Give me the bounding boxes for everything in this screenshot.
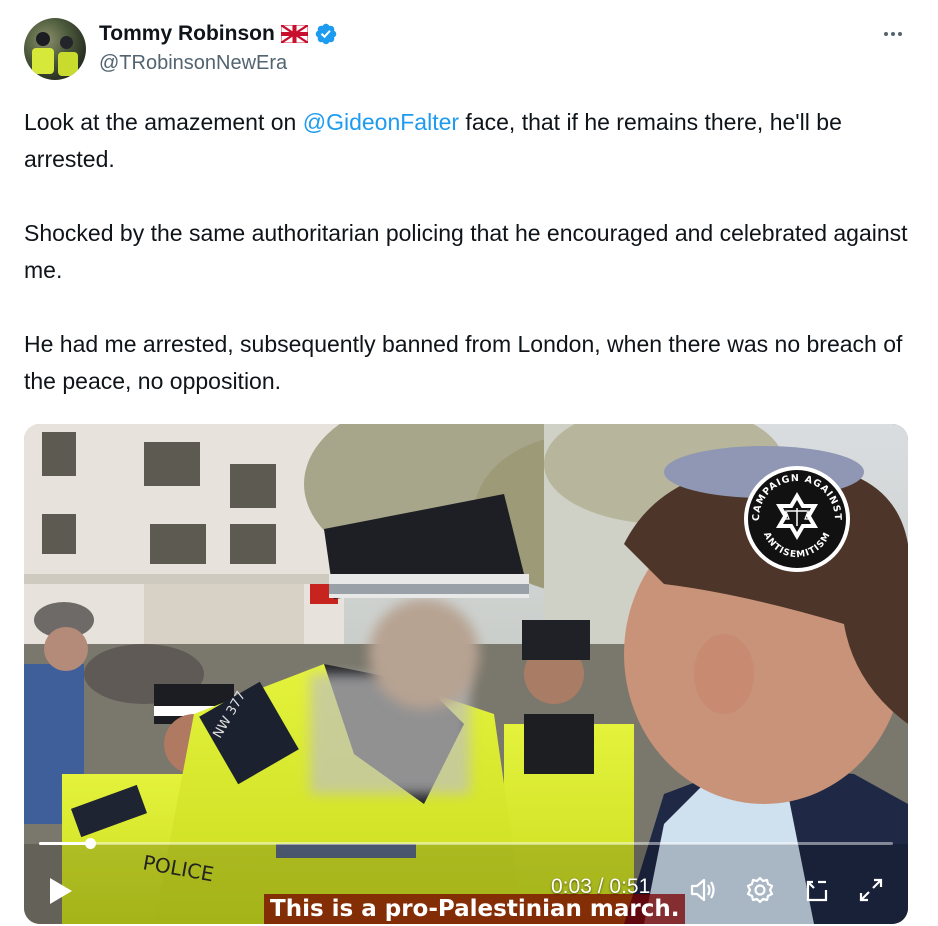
tweet-text: Look at the amazement on @GideonFalter f…	[24, 104, 916, 400]
campaign-against-antisemitism-logo: CAMPAIGN AGAINST ANTISEMITISM	[744, 466, 850, 572]
more-options-button[interactable]	[878, 22, 908, 46]
more-horizontal-icon	[884, 32, 888, 36]
author-avatar[interactable]	[24, 18, 86, 80]
author-name-row: Tommy Robinson	[99, 20, 338, 48]
mention-link[interactable]: @GideonFalter	[303, 109, 459, 135]
fullscreen-icon[interactable]	[854, 873, 888, 907]
verified-badge-icon	[315, 23, 337, 45]
avatar-figure	[32, 48, 54, 74]
video-progress-bar[interactable]	[39, 838, 893, 849]
more-horizontal-icon	[898, 32, 902, 36]
tweet-text-segment: Look at the amazement on	[24, 109, 303, 135]
avatar-figure	[58, 52, 78, 76]
avatar-figure	[60, 36, 73, 49]
volume-icon[interactable]	[686, 873, 720, 907]
time-current: 0:03	[551, 875, 592, 898]
tweet-paragraph: Shocked by the same authoritarian polici…	[24, 220, 908, 283]
tweet-paragraph: He had me arrested, subsequently banned …	[24, 331, 903, 394]
picture-in-picture-icon[interactable]	[800, 873, 834, 907]
uk-flag-icon	[280, 25, 308, 43]
video-player[interactable]: POLICE NW 377 CAMPAIGN AGAINST ANTISEMIT…	[24, 424, 908, 924]
time-total: 0:51	[609, 875, 651, 898]
gear-icon[interactable]	[743, 873, 777, 907]
video-progress-fill	[39, 842, 91, 845]
author-name[interactable]: Tommy Robinson	[99, 22, 275, 46]
author-handle[interactable]: @TRobinsonNewEra	[99, 52, 287, 75]
video-timecode: 0:03 / 0:51	[551, 875, 651, 898]
more-horizontal-icon	[891, 32, 895, 36]
tweet-paragraph: Look at the amazement on @GideonFalter f…	[24, 104, 916, 178]
avatar-figure	[36, 32, 50, 46]
play-icon[interactable]	[46, 876, 74, 906]
